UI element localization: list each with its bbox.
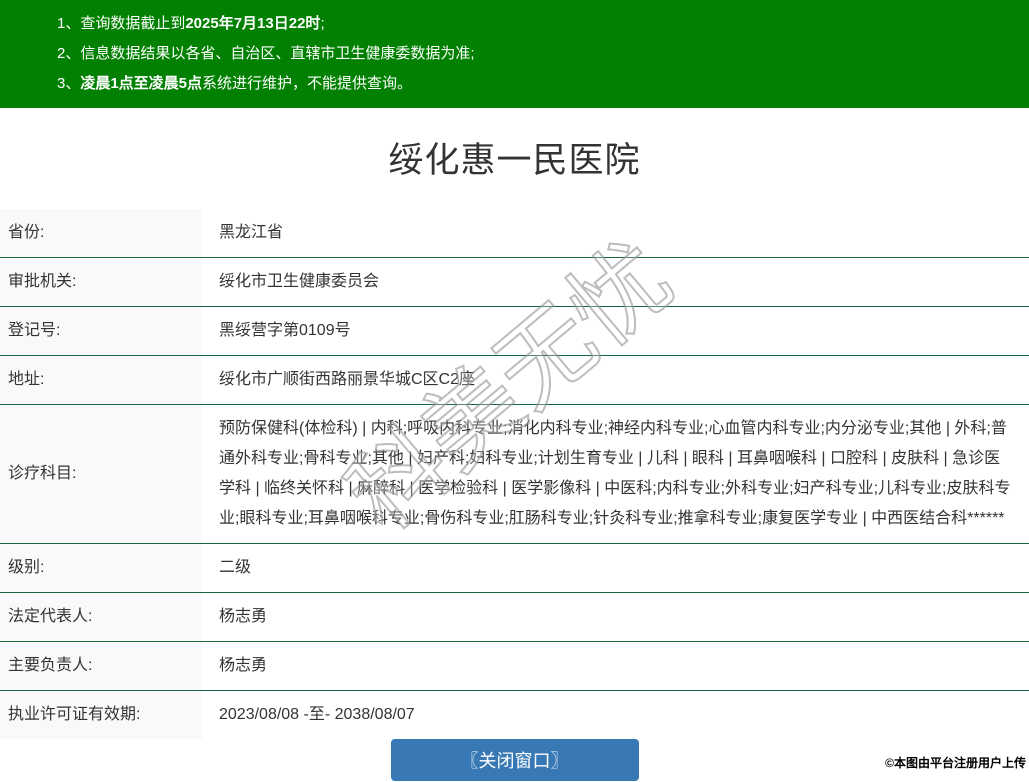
table-row: 地址: 绥化市广顺街西路丽景华城C区C2座: [0, 356, 1029, 405]
notice-bold-text: 2025年7月13日22时: [185, 15, 320, 32]
field-label-license-validity: 执业许可证有效期:: [0, 691, 202, 740]
table-row: 执业许可证有效期: 2023/08/08 -至- 2038/08/07: [0, 691, 1029, 740]
table-row: 省份: 黑龙江省: [0, 209, 1029, 258]
notice-text: 3、: [57, 75, 80, 92]
field-label-province: 省份:: [0, 209, 202, 258]
table-row: 主要负责人: 杨志勇: [0, 642, 1029, 691]
notice-text: 系统进行维护，不能提供查询。: [202, 75, 412, 92]
field-label-diagnosis-subjects: 诊疗科目:: [0, 405, 202, 544]
button-row: 〖关闭窗口〗: [0, 739, 1029, 781]
field-label-main-person-in-charge: 主要负责人:: [0, 642, 202, 691]
notice-line-3: 3、凌晨1点至凌晨5点系统进行维护，不能提供查询。: [57, 69, 1019, 99]
table-row: 登记号: 黑绥营字第0109号: [0, 307, 1029, 356]
field-value-diagnosis-subjects: 预防保健科(体检科) | 内科;呼吸内科专业;消化内科专业;神经内科专业;心血管…: [202, 405, 1029, 544]
field-label-address: 地址:: [0, 356, 202, 405]
hospital-info-table: 省份: 黑龙江省 审批机关: 绥化市卫生健康委员会 登记号: 黑绥营字第0109…: [0, 209, 1029, 739]
notice-line-1: 1、查询数据截止到2025年7月13日22时;: [57, 9, 1019, 39]
page-title: 绥化惠一民医院: [0, 108, 1029, 209]
notice-text: ;: [320, 15, 324, 32]
field-label-registration-number: 登记号:: [0, 307, 202, 356]
table-row: 级别: 二级: [0, 544, 1029, 593]
field-label-legal-representative: 法定代表人:: [0, 593, 202, 642]
field-value-main-person-in-charge: 杨志勇: [202, 642, 1029, 691]
notice-banner: 1、查询数据截止到2025年7月13日22时; 2、信息数据结果以各省、自治区、…: [0, 0, 1029, 108]
notice-text: 2、信息数据结果以各省、自治区、直辖市卫生健康委数据为准;: [57, 45, 475, 62]
notice-bold-text: 凌晨1点至凌晨5点: [80, 75, 202, 92]
table-row: 法定代表人: 杨志勇: [0, 593, 1029, 642]
upload-credit-note: ©本图由平台注册用户上传: [885, 754, 1026, 771]
field-value-license-validity: 2023/08/08 -至- 2038/08/07: [202, 691, 1029, 740]
notice-line-2: 2、信息数据结果以各省、自治区、直辖市卫生健康委数据为准;: [57, 39, 1019, 69]
field-value-address: 绥化市广顺街西路丽景华城C区C2座: [202, 356, 1029, 405]
field-label-level: 级别:: [0, 544, 202, 593]
notice-text: 1、查询数据截止到: [57, 15, 185, 32]
table-row: 诊疗科目: 预防保健科(体检科) | 内科;呼吸内科专业;消化内科专业;神经内科…: [0, 405, 1029, 544]
field-value-legal-representative: 杨志勇: [202, 593, 1029, 642]
field-value-approval-authority: 绥化市卫生健康委员会: [202, 258, 1029, 307]
field-value-level: 二级: [202, 544, 1029, 593]
field-label-approval-authority: 审批机关:: [0, 258, 202, 307]
field-value-province: 黑龙江省: [202, 209, 1029, 258]
field-value-registration-number: 黑绥营字第0109号: [202, 307, 1029, 356]
table-row: 审批机关: 绥化市卫生健康委员会: [0, 258, 1029, 307]
close-window-button[interactable]: 〖关闭窗口〗: [391, 739, 639, 781]
